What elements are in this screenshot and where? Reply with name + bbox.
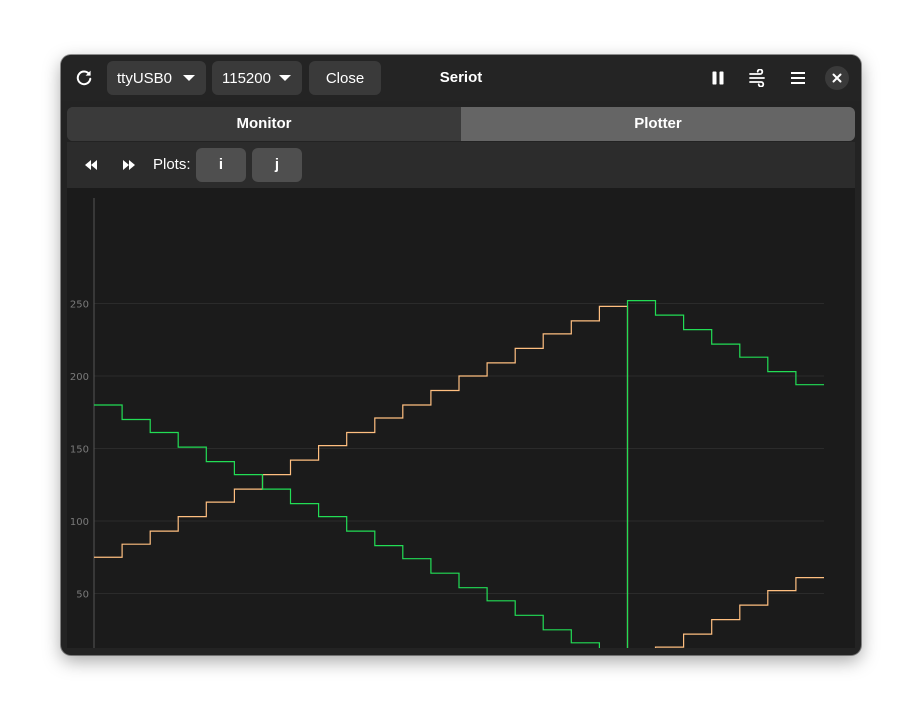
- port-dropdown[interactable]: ttyUSB0: [107, 61, 206, 95]
- close-port-label: Close: [325, 69, 365, 87]
- rewind-icon: [85, 160, 97, 170]
- y-tick-label: 250: [70, 300, 89, 311]
- chevron-down-icon: [279, 75, 291, 81]
- menu-icon: [791, 72, 805, 84]
- tab-monitor[interactable]: Monitor: [67, 107, 461, 141]
- app-window: ttyUSB0 115200 Close Seriot Monitor Plot…: [61, 55, 861, 655]
- y-tick-label: 200: [70, 372, 89, 383]
- fast-forward-icon: [123, 160, 135, 170]
- baud-dropdown[interactable]: 115200: [212, 61, 302, 95]
- close-port-button[interactable]: Close: [309, 61, 381, 95]
- series-line-i: [94, 305, 824, 655]
- menu-button[interactable]: [781, 61, 815, 95]
- rewind-button[interactable]: [75, 154, 107, 176]
- fast-forward-button[interactable]: [113, 154, 145, 176]
- y-tick-label: 50: [76, 590, 89, 601]
- plot-area: 05010015020025022:13:3922:13:3922:13:392…: [67, 188, 855, 655]
- tab-plotter[interactable]: Plotter: [461, 107, 855, 141]
- pause-button[interactable]: [701, 61, 735, 95]
- refresh-button[interactable]: [67, 61, 101, 95]
- clear-icon: [749, 69, 765, 87]
- y-tick-label: 100: [70, 517, 89, 528]
- chevron-down-icon: [183, 75, 195, 81]
- view-switcher: Monitor Plotter: [67, 107, 855, 141]
- series-line-j: [94, 300, 824, 655]
- window-close-button[interactable]: [825, 66, 849, 90]
- clear-button[interactable]: [741, 61, 775, 95]
- baud-value: 115200: [222, 69, 271, 87]
- plot-toggle-j[interactable]: j: [252, 148, 302, 182]
- line-chart: 05010015020025022:13:3922:13:3922:13:392…: [70, 198, 824, 655]
- y-tick-label: 150: [70, 445, 89, 456]
- header-bar: ttyUSB0 115200 Close Seriot: [61, 55, 861, 101]
- refresh-icon: [76, 70, 92, 86]
- plot-toolbar: Plots: i j: [67, 142, 855, 188]
- close-icon: [832, 73, 842, 83]
- plot-toggle-i[interactable]: i: [196, 148, 246, 182]
- plots-label: Plots:: [153, 156, 191, 173]
- port-value: ttyUSB0: [117, 69, 173, 87]
- pause-icon: [712, 71, 724, 85]
